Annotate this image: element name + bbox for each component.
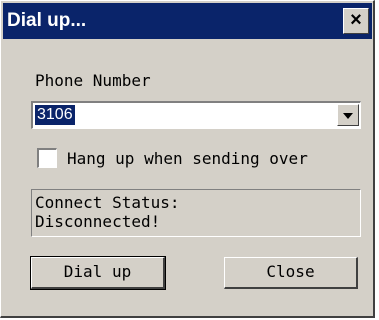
hangup-checkbox-label[interactable]: Hang up when sending over	[67, 149, 308, 168]
close-icon: ×	[350, 9, 362, 31]
connect-status-box: Connect Status: Disconnected!	[31, 189, 361, 237]
dropdown-button[interactable]	[337, 104, 359, 126]
chevron-down-icon	[343, 113, 353, 119]
close-window-button[interactable]: ×	[343, 8, 369, 34]
dial-up-button[interactable]: Dial up	[30, 256, 166, 290]
hangup-checkbox[interactable]	[37, 148, 57, 168]
phone-number-value[interactable]: 3106	[35, 105, 75, 125]
window-title: Dial up...	[7, 10, 87, 31]
phone-number-label: Phone Number	[35, 71, 151, 90]
dial-up-dialog: Dial up... × Phone Number 3106 Hang up w…	[0, 0, 375, 318]
title-bar: Dial up... ×	[3, 3, 372, 39]
close-button[interactable]: Close	[224, 257, 358, 289]
status-heading: Connect Status:	[35, 193, 180, 212]
status-value: Disconnected!	[35, 212, 161, 231]
phone-number-combobox[interactable]: 3106	[31, 101, 361, 129]
